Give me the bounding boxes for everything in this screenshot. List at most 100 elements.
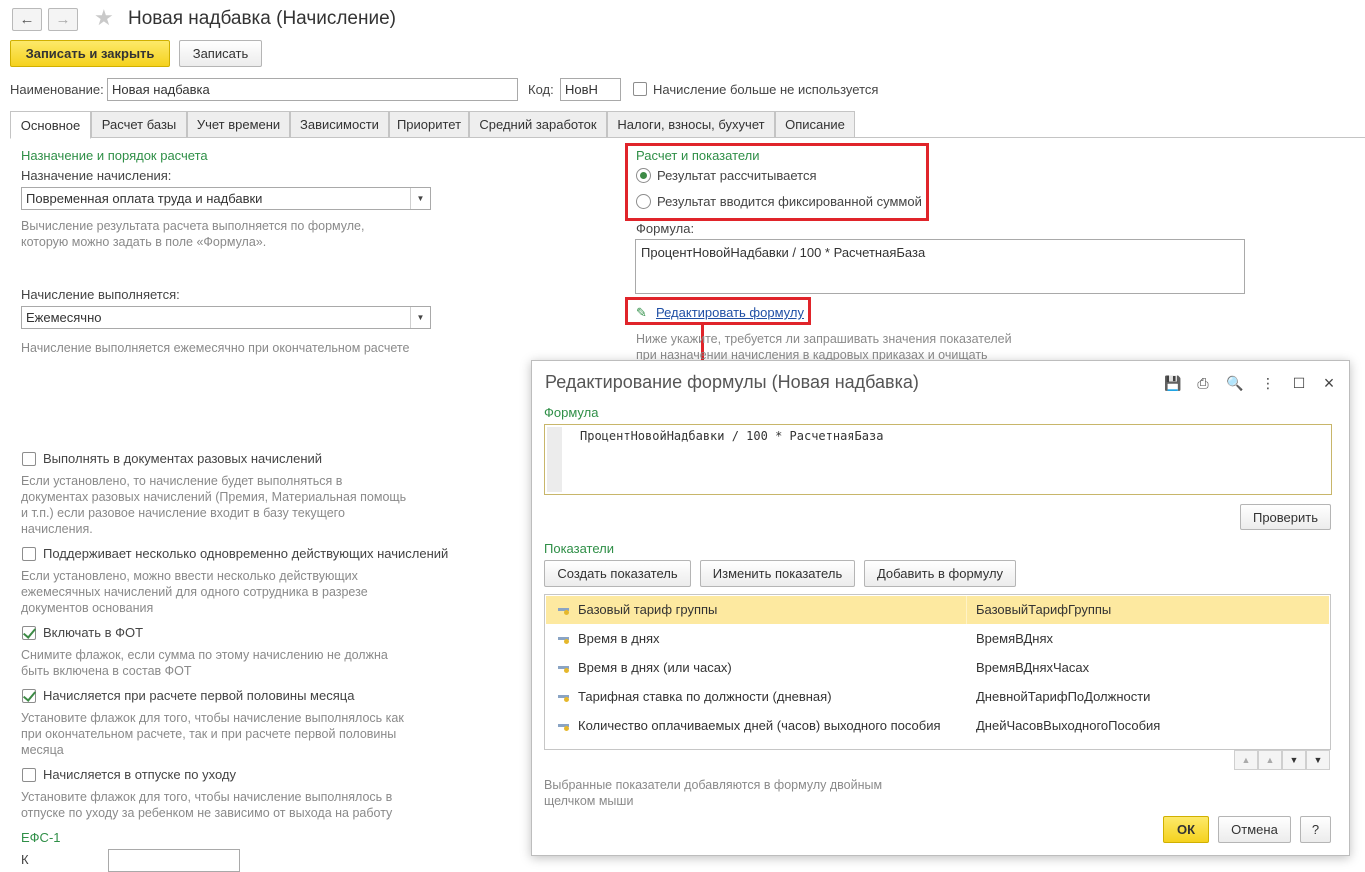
more-icon[interactable]: ⋮ [1259, 374, 1277, 392]
indicator-id: БазовыйТарифГруппы [976, 602, 1112, 617]
arrow-right-icon: → [55, 11, 71, 28]
indicators-note-1: Ниже укажите, требуется ли запрашивать з… [636, 332, 1012, 346]
include-fot-checkbox[interactable] [22, 626, 36, 640]
scroll-down-icon[interactable]: ▼ [1282, 750, 1306, 770]
maximize-icon[interactable]: ☐ [1290, 374, 1308, 392]
first-half-month-label: Начисляется при расчете первой половины … [43, 688, 355, 703]
change-indicator-button[interactable]: Изменить показатель [700, 560, 855, 587]
help-button[interactable]: ? [1300, 816, 1331, 843]
indicators-section-title: Показатели [544, 541, 614, 556]
care-leave-checkbox[interactable] [22, 768, 36, 782]
indicator-id: ДнейЧасовВыходногоПособия [976, 718, 1161, 733]
not-used-label: Начисление больше не используется [653, 82, 879, 97]
hint-line: и т.п.) если разовое начисление входит в… [21, 506, 345, 520]
window-title: Новая надбавка (Начисление) [128, 8, 396, 29]
multiple-accruals-checkbox[interactable] [22, 547, 36, 561]
purpose-hint-1: Вычисление результата расчета выполняетс… [21, 219, 365, 233]
indicator-icon [558, 604, 570, 616]
purpose-select[interactable]: Повременная оплата труда и надбавки ▼ [21, 187, 431, 210]
period-hint: Начисление выполняется ежемесячно при ок… [21, 341, 410, 355]
scroll-top-icon[interactable]: ▲ [1234, 750, 1258, 770]
first-half-month-checkbox[interactable] [22, 689, 36, 703]
add-to-formula-button[interactable]: Добавить в формулу [864, 560, 1016, 587]
purpose-hint-2: которую можно задать в поле «Формула». [21, 235, 267, 249]
period-label: Начисление выполняется: [21, 287, 180, 302]
hint-line: Снимите флажок, если сумма по этому начи… [21, 648, 388, 662]
scroll-up-icon[interactable]: ▲ [1258, 750, 1282, 770]
indicator-name: Базовый тариф группы [578, 602, 718, 617]
chevron-down-icon[interactable]: ▼ [410, 188, 430, 209]
tab-taxes[interactable]: Налоги, взносы, бухучет [607, 111, 775, 138]
code-input[interactable]: НовН [560, 78, 621, 101]
table-row[interactable]: Время в днях ВремяВДнях [546, 625, 1329, 653]
chevron-down-icon[interactable]: ▼ [410, 307, 430, 328]
efs-field-input[interactable] [108, 849, 240, 872]
check-formula-button[interactable]: Проверить [1240, 504, 1331, 530]
table-row[interactable]: Базовый тариф группы БазовыйТарифГруппы [546, 596, 1329, 624]
indicator-id: ДневнойТарифПоДолжности [976, 689, 1151, 704]
close-icon[interactable]: × [1320, 373, 1338, 393]
formula-label: Формула: [636, 221, 695, 236]
highlight-frame [625, 143, 929, 221]
formula-section-title: Формула [544, 405, 599, 420]
table-row[interactable]: Время в днях (или часах) ВремяВДняхЧасах [546, 654, 1329, 682]
tab-priority[interactable]: Приоритет [389, 111, 469, 138]
multiple-accruals-hint: Если установлено, можно ввести несколько… [21, 568, 368, 616]
ok-button[interactable]: ОК [1163, 816, 1209, 843]
hint-line: ежемесячных начислений для одного сотруд… [21, 585, 368, 599]
dialog-hint-2: щелчком мыши [544, 794, 634, 808]
preview-icon[interactable]: 🔍 [1226, 374, 1244, 392]
create-indicator-button[interactable]: Создать показатель [544, 560, 691, 587]
purpose-value: Повременная оплата труда и надбавки [26, 191, 263, 206]
purpose-section-title: Назначение и порядок расчета [21, 148, 208, 163]
indicator-icon [558, 691, 570, 703]
hint-line: отпуске по уходу за ребенком не зависимо… [21, 806, 393, 820]
hint-line: документах разовых начислений (Премия, М… [21, 490, 407, 504]
one-time-docs-checkbox[interactable] [22, 452, 36, 466]
forward-button[interactable]: → [48, 8, 78, 31]
editor-gutter [547, 427, 562, 492]
hint-line: быть включена в состав ФОТ [21, 664, 192, 678]
table-row[interactable]: Количество оплачиваемых дней (часов) вых… [546, 712, 1329, 740]
highlight-frame [625, 297, 811, 325]
indicator-name: Время в днях [578, 631, 660, 646]
indicator-id: ВремяВДняхЧасах [976, 660, 1090, 675]
indicator-icon [558, 720, 570, 732]
not-used-checkbox[interactable] [633, 82, 647, 96]
hint-line: Установите флажок для того, чтобы начисл… [21, 711, 404, 725]
hint-line: месяца [21, 743, 64, 757]
scroll-bottom-icon[interactable]: ▼ [1306, 750, 1330, 770]
tab-description[interactable]: Описание [775, 111, 855, 138]
hint-line: Установите флажок для того, чтобы начисл… [21, 790, 393, 804]
first-half-month-hint: Установите флажок для того, чтобы начисл… [21, 710, 404, 758]
save-icon[interactable]: 💾 [1164, 374, 1182, 392]
indicator-icon [558, 633, 570, 645]
star-icon[interactable]: ★ [94, 5, 114, 31]
one-time-docs-hint: Если установлено, то начисление будет вы… [21, 473, 406, 537]
care-leave-hint: Установите флажок для того, чтобы начисл… [21, 789, 392, 821]
tab-base-calc[interactable]: Расчет базы [91, 111, 187, 138]
print-icon[interactable]: ⎙ [1194, 374, 1212, 392]
tab-time-accounting[interactable]: Учет времени [187, 111, 290, 138]
hint-line: Если установлено, можно ввести несколько… [21, 569, 358, 583]
indicators-table: Базовый тариф группы БазовыйТарифГруппы … [544, 594, 1331, 750]
formula-editor[interactable]: ПроцентНовойНадбавки / 100 * РасчетнаяБа… [544, 424, 1332, 495]
save-button[interactable]: Записать [179, 40, 262, 67]
tab-main[interactable]: Основное [10, 111, 91, 139]
back-button[interactable]: ← [12, 8, 42, 31]
period-value: Ежемесячно [26, 310, 102, 325]
formula-field[interactable]: ПроцентНовойНадбавки / 100 * РасчетнаяБа… [635, 239, 1245, 294]
hint-line: начисления. [21, 522, 93, 536]
tab-average-earnings[interactable]: Средний заработок [469, 111, 607, 138]
tab-dependencies[interactable]: Зависимости [290, 111, 389, 138]
hint-line: Если установлено, то начисление будет вы… [21, 474, 343, 488]
purpose-label: Назначение начисления: [21, 168, 172, 183]
one-time-docs-label: Выполнять в документах разовых начислени… [43, 451, 323, 466]
hint-line: при окончательном расчете, так и при рас… [21, 727, 397, 741]
name-input[interactable]: Новая надбавка [107, 78, 518, 101]
save-and-close-button[interactable]: Записать и закрыть [10, 40, 170, 67]
table-row[interactable]: Тарифная ставка по должности (дневная) Д… [546, 683, 1329, 711]
multiple-accruals-label: Поддерживает несколько одновременно дейс… [43, 546, 449, 561]
cancel-button[interactable]: Отмена [1218, 816, 1291, 843]
period-select[interactable]: Ежемесячно ▼ [21, 306, 431, 329]
